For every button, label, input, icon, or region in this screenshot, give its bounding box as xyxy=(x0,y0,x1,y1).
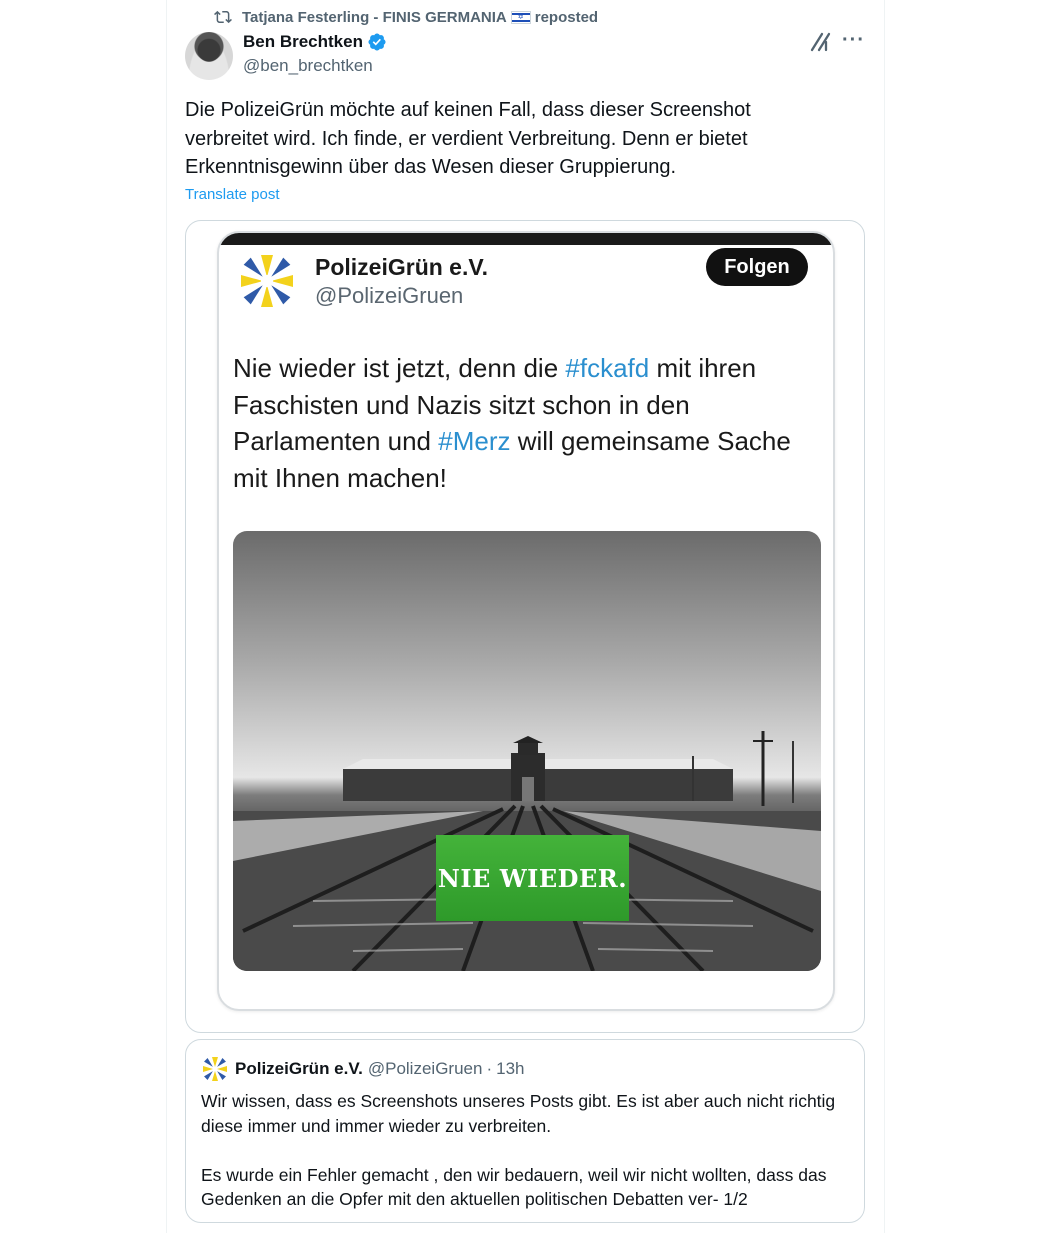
author-avatar[interactable] xyxy=(185,32,233,80)
more-options-icon[interactable]: ··· xyxy=(842,30,866,50)
verified-badge-icon xyxy=(368,33,386,51)
post-text: Die PolizeiGrün möchte auf keinen Fall, … xyxy=(185,99,751,178)
quoted-account-handle[interactable]: @PolizeiGruen xyxy=(368,1059,483,1079)
reposter-name[interactable]: Tatjana Festerling - FINIS GERMANIA xyxy=(242,9,507,26)
screenshot-post-text: Nie wieder ist jetzt, denn die #fckafd m… xyxy=(233,350,823,496)
quoted-post-card[interactable]: PolizeiGrün e.V. @PolizeiGruen · 13h Wir… xyxy=(185,1039,865,1223)
author-name[interactable]: Ben Brechtken xyxy=(243,32,363,52)
screenshot-account-handle: @PolizeiGruen xyxy=(315,283,464,308)
post-media-image[interactable]: PolizeiGrün e.V. @PolizeiGruen Folgen Ni… xyxy=(185,220,865,1033)
screenshot-top-bar xyxy=(219,233,833,245)
screenshot-text-part1: Nie wieder ist jetzt, denn die xyxy=(233,353,566,383)
hashtag-merz: #Merz xyxy=(438,426,511,456)
repost-indicator[interactable]: Tatjana Festerling - FINIS GERMANIA ✡ re… xyxy=(214,7,598,27)
author-name-row[interactable]: Ben Brechtken xyxy=(243,32,387,52)
translate-post-link[interactable]: Translate post xyxy=(185,186,280,203)
israel-flag-icon: ✡ xyxy=(510,10,531,24)
header-separator: · xyxy=(486,1059,493,1078)
screenshot-follow-button: Folgen xyxy=(706,248,808,286)
hashtag-fckafd: #fckafd xyxy=(565,353,650,383)
railway-photo: NIE WIEDER. xyxy=(233,531,821,971)
quoted-post-timestamp[interactable]: 13h xyxy=(496,1059,524,1079)
screenshot-account-name: PolizeiGrün e.V. xyxy=(315,254,488,280)
nie-wieder-badge: NIE WIEDER. xyxy=(436,835,629,921)
repost-suffix: reposted xyxy=(534,8,599,26)
embedded-screenshot: PolizeiGrün e.V. @PolizeiGruen Folgen Ni… xyxy=(217,231,835,1011)
quoted-post-text: Wir wissen, dass es Screenshots unseres … xyxy=(201,1091,836,1209)
quoted-post-header: PolizeiGrün e.V. @PolizeiGruen · 13h xyxy=(235,1059,525,1079)
repost-icon xyxy=(214,10,232,24)
quoted-account-name[interactable]: PolizeiGrün e.V. xyxy=(235,1059,363,1079)
quoted-account-avatar[interactable] xyxy=(200,1054,230,1084)
author-handle[interactable]: @ben_brechtken xyxy=(243,56,373,76)
polizeigruen-logo xyxy=(241,255,293,307)
grok-icon[interactable] xyxy=(809,30,833,54)
